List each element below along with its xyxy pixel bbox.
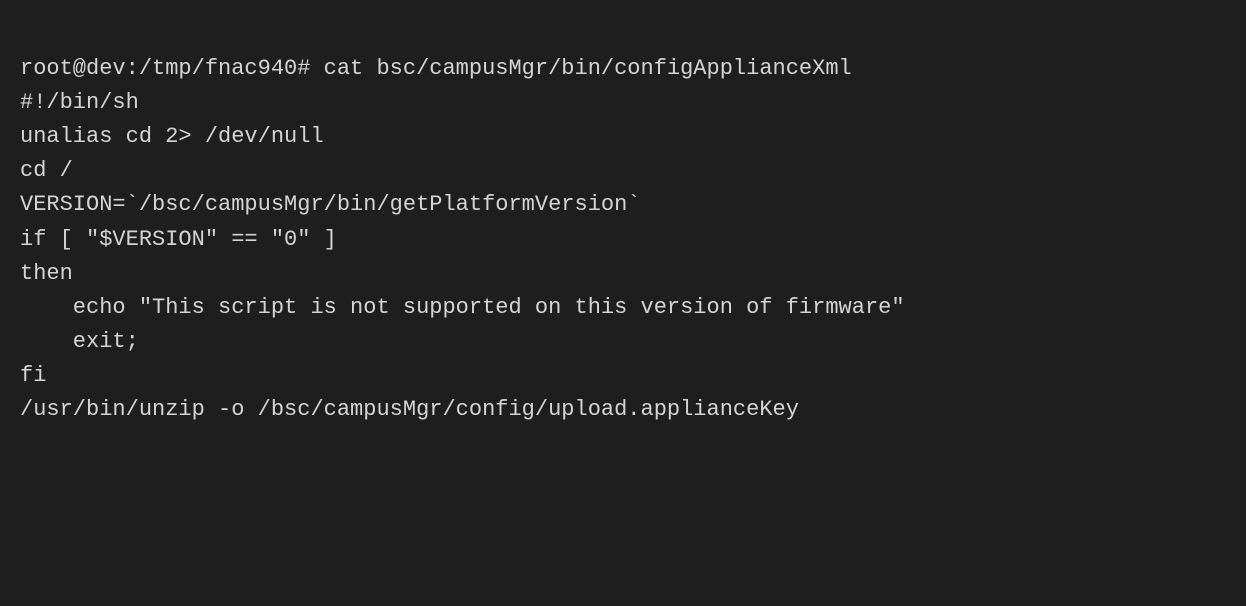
terminal-window[interactable]: root@dev:/tmp/fnac940# cat bsc/campusMgr… (0, 0, 1246, 606)
terminal-line: if [ "$VERSION" == "0" ] (20, 223, 1226, 257)
terminal-line: cd / (20, 154, 1226, 188)
terminal-line: VERSION=`/bsc/campusMgr/bin/getPlatformV… (20, 188, 1226, 222)
terminal-line: echo "This script is not supported on th… (20, 291, 1226, 325)
terminal-line: fi (20, 359, 1226, 393)
terminal-line: exit; (20, 325, 1226, 359)
terminal-line: then (20, 257, 1226, 291)
terminal-line: #!/bin/sh (20, 86, 1226, 120)
terminal-line: unalias cd 2> /dev/null (20, 120, 1226, 154)
terminal-line: /usr/bin/unzip -o /bsc/campusMgr/config/… (20, 393, 1226, 427)
terminal-line: root@dev:/tmp/fnac940# cat bsc/campusMgr… (20, 52, 1226, 86)
